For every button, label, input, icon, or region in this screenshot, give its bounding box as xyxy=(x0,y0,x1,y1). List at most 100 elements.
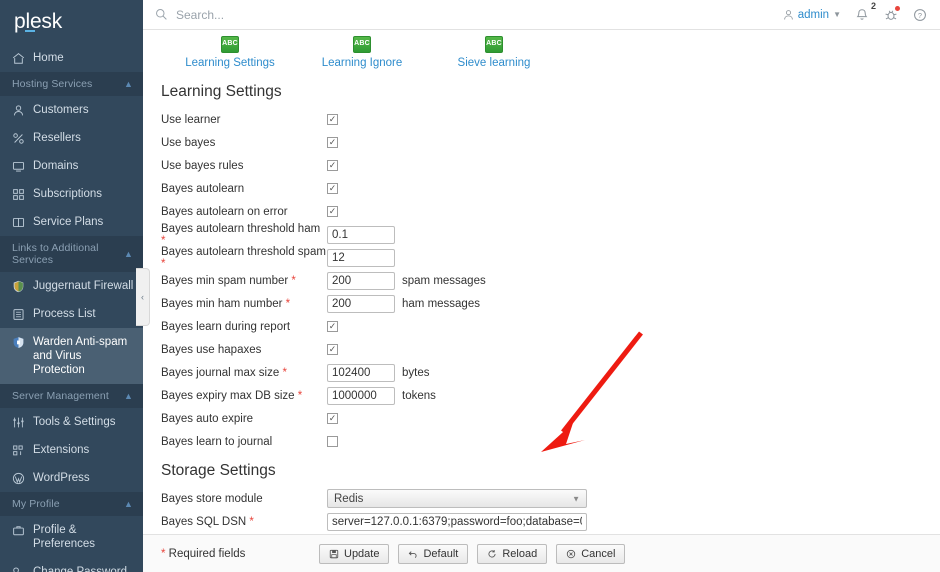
input-bayes-min-ham-number[interactable] xyxy=(327,294,395,313)
chevron-up-icon: ▲ xyxy=(123,78,133,89)
checkbox-bayes-learn-to-journal[interactable] xyxy=(327,436,338,447)
checkbox-use-bayes[interactable]: ✓ xyxy=(327,137,338,148)
update-button[interactable]: Update xyxy=(319,543,390,564)
sidebar-item-label: Domains xyxy=(33,160,79,172)
sidebar-item-wordpress[interactable]: WordPress xyxy=(0,464,143,492)
section-title: Storage Settings xyxy=(161,462,276,479)
checkbox-bayes-autolearn[interactable]: ✓ xyxy=(327,183,338,194)
required-marker: * xyxy=(246,515,254,528)
sidebar-group-links-to-additional-services[interactable]: Links to Additional Services ▲ xyxy=(0,236,143,272)
checkbox-bayes-use-hapaxes[interactable]: ✓ xyxy=(327,344,338,355)
sidebar-item-domains[interactable]: Domains xyxy=(0,152,143,180)
reload-button[interactable]: Reload xyxy=(477,543,548,564)
field-label-text: Bayes use hapaxes xyxy=(161,343,262,356)
sidebar-item-service-plans[interactable]: Service Plans xyxy=(0,208,143,236)
sidebar-item-label: Tools & Settings xyxy=(33,416,116,428)
tab-label: Learning Ignore xyxy=(321,57,403,69)
sidebar-item-home[interactable]: Home xyxy=(0,44,143,72)
cancel-icon xyxy=(566,549,576,559)
input-bayes-sql-dsn[interactable] xyxy=(327,512,587,531)
form-row: Bayes autolearn ✓ xyxy=(161,178,940,199)
field-label-bayes-journal-max-size: Bayes journal max size * xyxy=(161,367,327,379)
tab-label: Learning Settings xyxy=(185,57,275,69)
warden-shield-icon xyxy=(12,335,25,349)
tab-learning-ignore[interactable]: ABC Learning Ignore xyxy=(317,36,407,69)
field-label-text: Bayes learn during report xyxy=(161,320,291,333)
field-control: ✓ xyxy=(327,183,338,194)
help-icon[interactable]: ? xyxy=(912,7,928,23)
sidebar-item-label: Home xyxy=(33,52,64,64)
tab-icon-text: ABC xyxy=(222,40,238,47)
tab-bar: ABC Learning Settings ABC Learning Ignore AB… xyxy=(143,30,940,73)
button-label: Reload xyxy=(502,547,538,560)
field-control: ham messages xyxy=(327,294,480,313)
sidebar-collapse-handle[interactable]: ‹ xyxy=(136,268,150,326)
field-label-bayes-autolearn-on-error: Bayes autolearn on error xyxy=(161,206,327,218)
sidebar-item-customers[interactable]: Customers xyxy=(0,96,143,124)
field-label-text: Bayes autolearn on error xyxy=(161,205,288,218)
sidebar-item-change-password[interactable]: Change Password xyxy=(0,558,143,572)
search-input[interactable] xyxy=(174,6,394,23)
field-unit: spam messages xyxy=(402,274,486,287)
sidebar-item-extensions[interactable]: Extensions xyxy=(0,436,143,464)
sidebar: plesk Home Hosting Services ▲ Customers Rese… xyxy=(0,0,143,572)
input-bayes-min-spam-number[interactable] xyxy=(327,271,395,290)
tab-icon-text: ABC xyxy=(354,40,370,47)
input-bayes-journal-max-size[interactable] xyxy=(327,363,395,382)
cancel-button[interactable]: Cancel xyxy=(556,543,626,564)
abc-spellcheck-icon: ABC xyxy=(485,36,503,53)
sidebar-group-hosting-services[interactable]: Hosting Services ▲ xyxy=(0,72,143,96)
svg-text:?: ? xyxy=(918,10,922,19)
default-button[interactable]: Default xyxy=(398,543,469,564)
field-label-use-bayes: Use bayes xyxy=(161,137,327,149)
abc-spellcheck-icon: ABC xyxy=(221,36,239,53)
checkbox-bayes-learn-during-report[interactable]: ✓ xyxy=(327,321,338,332)
sidebar-group-label: My Profile xyxy=(12,498,60,510)
sidebar-item-label: Juggernaut Firewall xyxy=(33,280,134,292)
button-label: Update xyxy=(344,547,380,560)
field-control: ✓ xyxy=(327,206,338,217)
field-label-bayes-learn-to-journal: Bayes learn to journal xyxy=(161,436,327,448)
book-icon xyxy=(12,215,25,229)
sidebar-item-subscriptions[interactable]: Subscriptions xyxy=(0,180,143,208)
form-row: Use bayes rules ✓ xyxy=(161,155,940,176)
bug-icon[interactable] xyxy=(883,5,900,23)
form-row: Bayes use hapaxes ✓ xyxy=(161,339,940,360)
field-label-text: Bayes autolearn xyxy=(161,182,245,195)
sidebar-group-my-profile[interactable]: My Profile ▲ xyxy=(0,492,143,516)
tab-sieve-learning[interactable]: ABC Sieve learning xyxy=(449,36,539,69)
field-control: ✓ xyxy=(327,344,338,355)
checkbox-use-bayes-rules[interactable]: ✓ xyxy=(327,160,338,171)
top-bar-actions: admin ▼ 2 ? xyxy=(783,1,928,23)
field-label-bayes-sql-dsn: Bayes SQL DSN * xyxy=(161,516,327,528)
tab-learning-settings[interactable]: ABC Learning Settings xyxy=(185,36,275,69)
form-row: Bayes journal max size * bytes xyxy=(161,362,940,383)
search-box[interactable] xyxy=(155,6,783,23)
input-bayes-autolearn-threshold-spam[interactable] xyxy=(327,248,395,267)
user-name: admin xyxy=(797,8,830,21)
sidebar-item-profile-preferences[interactable]: Profile & Preferences xyxy=(0,516,143,558)
checkbox-bayes-auto-expire[interactable]: ✓ xyxy=(327,413,338,424)
sidebar-group-server-management[interactable]: Server Management ▲ xyxy=(0,384,143,408)
sliders-icon xyxy=(12,415,25,429)
checkbox-bayes-autolearn-on-error[interactable]: ✓ xyxy=(327,206,338,217)
bell-icon[interactable]: 2 xyxy=(854,1,876,23)
field-label-bayes-expiry-max-db-size: Bayes expiry max DB size * xyxy=(161,390,327,402)
input-bayes-expiry-max-db-size[interactable] xyxy=(327,386,395,405)
required-fields-text: Required fields xyxy=(165,547,246,560)
sidebar-item-tools-settings[interactable]: Tools & Settings xyxy=(0,408,143,436)
input-bayes-autolearn-threshold-ham[interactable] xyxy=(327,225,395,244)
sidebar-item-juggernaut-firewall[interactable]: Juggernaut Firewall xyxy=(0,272,143,300)
field-control: ✓ xyxy=(327,321,338,332)
field-control: ✓ xyxy=(327,160,338,171)
user-menu[interactable]: admin ▼ xyxy=(783,9,841,21)
plesk-logo[interactable]: plesk xyxy=(0,0,143,44)
sidebar-item-resellers[interactable]: Resellers xyxy=(0,124,143,152)
checkbox-use-learner[interactable]: ✓ xyxy=(327,114,338,125)
select-bayes-store-module[interactable]: Redis ▼ xyxy=(327,489,587,508)
percent-icon xyxy=(12,131,25,145)
sidebar-item-process-list[interactable]: Process List xyxy=(0,300,143,328)
sidebar-item-warden-anti-spam-and-virus-protection[interactable]: Warden Anti-spam and Virus Protection xyxy=(0,328,143,384)
undo-icon xyxy=(408,549,418,559)
refresh-icon xyxy=(487,549,497,559)
